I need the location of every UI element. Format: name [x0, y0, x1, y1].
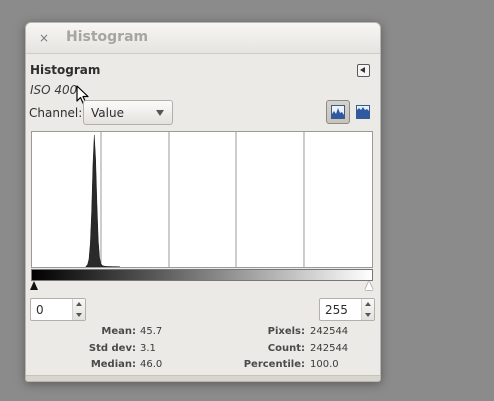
value-gradient-bar: [31, 269, 373, 281]
mean-value: 45.7: [140, 326, 163, 337]
histogram-grid: [100, 132, 305, 267]
decrement-arrow-icon[interactable]: [76, 313, 82, 317]
logarithmic-histogram-icon: [356, 105, 370, 119]
median-label: Median:: [90, 359, 136, 370]
mean-label: Mean:: [101, 326, 136, 337]
range-high-stepper[interactable]: [361, 299, 374, 320]
black-point-handle[interactable]: [30, 281, 38, 290]
window-bottom-border: [26, 375, 380, 381]
white-point-handle[interactable]: [365, 281, 373, 290]
dock-menu-icon[interactable]: [357, 64, 370, 77]
count-label: Count:: [267, 343, 305, 354]
range-low-stepper[interactable]: [72, 299, 85, 320]
count-value: 242544: [310, 343, 349, 354]
window-title: Histogram: [66, 29, 149, 45]
increment-arrow-icon[interactable]: [76, 302, 82, 306]
histogram-dialog: × Histogram Histogram ISO 400 Channel: V…: [25, 22, 381, 382]
increment-arrow-icon[interactable]: [365, 302, 371, 306]
range-high-input[interactable]: [320, 299, 362, 320]
decrement-arrow-icon[interactable]: [365, 313, 371, 317]
close-icon[interactable]: ×: [36, 30, 52, 46]
channel-select[interactable]: Value: [83, 100, 173, 125]
pixels-value: 242544: [310, 326, 349, 337]
pixels-label: Pixels:: [267, 326, 305, 337]
chevron-down-icon: [156, 110, 164, 116]
logarithmic-histogram-button[interactable]: [351, 100, 375, 124]
image-name: ISO 400: [30, 83, 78, 97]
range-high-spinbutton[interactable]: [319, 298, 375, 321]
percentile-value: 100.0: [310, 359, 339, 370]
histogram-view[interactable]: [31, 131, 373, 268]
linear-histogram-button[interactable]: [326, 100, 350, 124]
percentile-label: Percentile:: [243, 359, 305, 370]
channel-label: Channel:: [29, 106, 83, 120]
title-bar[interactable]: × Histogram: [26, 23, 380, 54]
std-dev-value: 3.1: [140, 343, 156, 354]
histogram-plot: [85, 134, 121, 267]
median-value: 46.0: [140, 359, 163, 370]
range-low-spinbutton[interactable]: [30, 298, 86, 321]
range-low-input[interactable]: [31, 299, 73, 320]
channel-selected-value: Value: [91, 106, 124, 120]
dock-title: Histogram: [30, 63, 101, 77]
std-dev-label: Std dev:: [88, 343, 136, 354]
linear-histogram-icon: [331, 105, 345, 119]
